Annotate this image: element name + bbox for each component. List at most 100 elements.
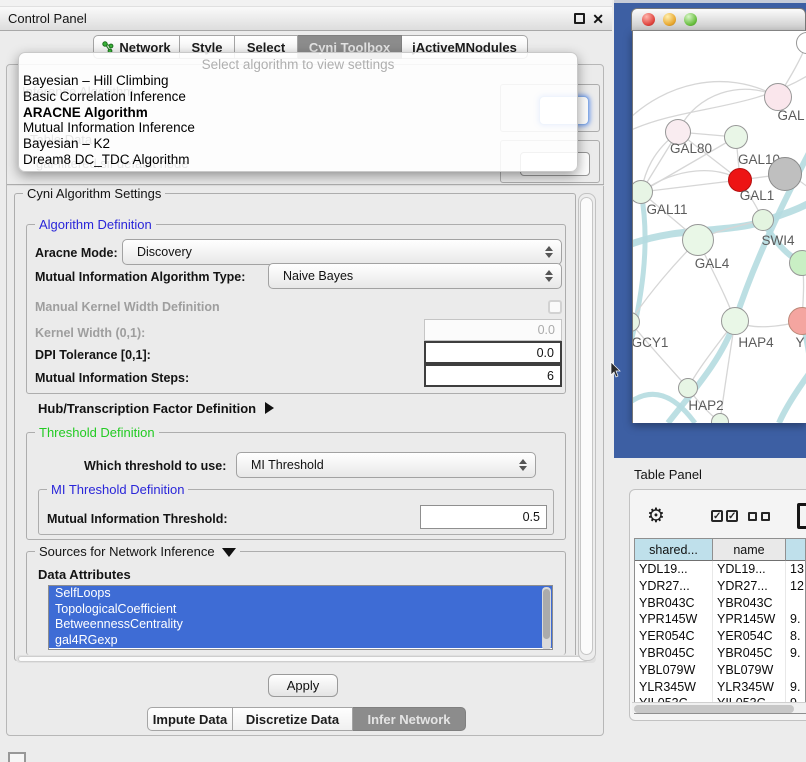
top-strip bbox=[0, 0, 612, 7]
dpi-tolerance-input[interactable]: 0.0 bbox=[424, 341, 562, 364]
apply-button[interactable]: Apply bbox=[268, 674, 338, 697]
network-canvas[interactable]: GALGAL80GAL10GAL1GAL11SWI4GAL4GCY1HAP4YH… bbox=[632, 31, 806, 423]
data-attributes-list[interactable]: SelfLoopsTopologicalCoefficientBetweenne… bbox=[48, 585, 553, 650]
table-cell: YLR345W bbox=[713, 679, 786, 696]
network-node-gal[interactable] bbox=[764, 83, 792, 111]
minimized-panel-icon[interactable] bbox=[8, 752, 26, 762]
control-panel-title: Control Panel bbox=[8, 11, 87, 26]
table-cell: YBL079W bbox=[635, 662, 713, 679]
mi-threshold-label: Mutual Information Threshold: bbox=[47, 512, 228, 526]
node-label: GAL80 bbox=[670, 141, 712, 156]
table-cell: 9. bbox=[786, 645, 806, 662]
desktop-top-edge bbox=[614, 0, 806, 3]
aracne-mode-value: Discovery bbox=[123, 245, 192, 259]
table-cell: YDR27... bbox=[635, 578, 713, 595]
aracne-mode-select[interactable]: Discovery bbox=[122, 239, 562, 265]
node-label: SWI4 bbox=[761, 233, 794, 248]
tab-impute-data[interactable]: Impute Data bbox=[147, 707, 233, 731]
which-threshold-select[interactable]: MI Threshold bbox=[236, 452, 536, 478]
mi-threshold-group-title: MI Threshold Definition bbox=[47, 482, 188, 497]
algorithm-option[interactable]: Bayesian – Hill Climbing bbox=[19, 73, 577, 89]
table-cell: YPR145W bbox=[713, 611, 786, 628]
settings-hscrollbar[interactable] bbox=[16, 655, 596, 663]
network-node-hap4[interactable] bbox=[721, 307, 749, 335]
unselect-all-columns-icon[interactable] bbox=[748, 512, 770, 521]
table-row[interactable]: YPR145WYPR145W9. bbox=[635, 611, 805, 628]
mi-steps-label: Mutual Information Steps: bbox=[35, 371, 189, 385]
table-cell: 13 bbox=[786, 561, 806, 578]
zoom-light-icon[interactable] bbox=[684, 13, 697, 26]
table-cell: YLR345W bbox=[635, 679, 713, 696]
data-attributes-label: Data Attributes bbox=[38, 567, 131, 582]
attribute-item[interactable]: gal4RGexp bbox=[49, 633, 552, 649]
table-row[interactable]: YDR27...YDR27...12 bbox=[635, 578, 805, 595]
list-scrollbar[interactable] bbox=[542, 587, 551, 650]
which-threshold-label: Which threshold to use: bbox=[84, 459, 226, 473]
tab-infer-network[interactable]: Infer Network bbox=[353, 707, 466, 731]
hub-definition-label: Hub/Transcription Factor Definition bbox=[38, 401, 256, 416]
mi-steps-input[interactable]: 6 bbox=[424, 364, 562, 387]
close-light-icon[interactable] bbox=[642, 13, 655, 26]
node-table: shared...name YDL19...YDL19...13YDR27...… bbox=[634, 538, 806, 714]
network-node-hap2[interactable] bbox=[678, 378, 698, 398]
column-header[interactable]: name bbox=[713, 539, 786, 561]
minimize-light-icon[interactable] bbox=[663, 13, 676, 26]
table-row[interactable]: YER054CYER054C8. bbox=[635, 628, 805, 645]
table-cell: YDL19... bbox=[713, 561, 786, 578]
table-cell: YDR27... bbox=[713, 578, 786, 595]
algorithm-placeholder: Select algorithm to view settings bbox=[19, 53, 577, 73]
kernel-width-label: Kernel Width (0,1): bbox=[35, 326, 145, 340]
table-cell: YDL19... bbox=[635, 561, 713, 578]
settings-vscrollbar[interactable] bbox=[578, 193, 596, 661]
table-cell: YER054C bbox=[713, 628, 786, 645]
close-panel-icon[interactable]: ✕ bbox=[592, 12, 604, 26]
attribute-item[interactable]: TopologicalCoefficient bbox=[49, 602, 552, 618]
aracne-mode-label: Aracne Mode: bbox=[35, 246, 118, 260]
table-row[interactable]: YBR045CYBR045C9. bbox=[635, 645, 805, 662]
gear-icon[interactable]: ⚙ bbox=[647, 505, 665, 527]
algorithm-option[interactable]: Bayesian – K2 bbox=[19, 136, 577, 152]
tab-discretize-data[interactable]: Discretize Data bbox=[233, 707, 353, 731]
mi-type-label: Mutual Information Algorithm Type: bbox=[35, 270, 245, 284]
cyni-mode-tabbar: Impute DataDiscretize DataInfer Network bbox=[147, 707, 466, 731]
attribute-item[interactable]: BetweennessCentrality bbox=[49, 617, 552, 633]
control-panel-titlebar: Control Panel ✕ bbox=[0, 7, 612, 31]
hub-definition-toggle[interactable]: Hub/Transcription Factor Definition bbox=[38, 401, 274, 416]
algorithm-option[interactable]: ARACNE Algorithm bbox=[19, 105, 577, 121]
table-row[interactable]: YDL19...YDL19...13 bbox=[635, 561, 805, 578]
table-row[interactable]: YBR043CYBR043C bbox=[635, 595, 805, 612]
algorithm-option[interactable]: Mutual Information Inference bbox=[19, 120, 577, 136]
table-header-row: shared...name bbox=[635, 539, 805, 561]
kernel-width-input[interactable]: 0.0 bbox=[424, 319, 562, 341]
algorithm-option[interactable]: Basic Correlation Inference bbox=[19, 89, 577, 105]
combo-stepper-icon bbox=[545, 270, 553, 282]
network-node[interactable] bbox=[768, 157, 802, 191]
select-all-columns-icon[interactable]: ✓✓ bbox=[711, 510, 738, 522]
table-cell: YPR145W bbox=[635, 611, 713, 628]
manual-kernel-checkbox[interactable] bbox=[548, 300, 562, 314]
float-panel-icon[interactable] bbox=[574, 13, 585, 24]
column-header[interactable] bbox=[786, 539, 806, 561]
node-label: GAL bbox=[777, 108, 804, 123]
which-threshold-value: MI Threshold bbox=[237, 458, 324, 472]
table-cell: 8. bbox=[786, 628, 806, 645]
mi-type-value: Naive Bayes bbox=[269, 269, 353, 283]
sources-group-title[interactable]: Sources for Network Inference bbox=[35, 544, 240, 559]
sources-title-text: Sources for Network Inference bbox=[39, 544, 215, 559]
column-header[interactable]: shared... bbox=[635, 539, 713, 561]
network-window-titlebar[interactable] bbox=[631, 8, 806, 31]
table-row[interactable]: YBL079WYBL079W bbox=[635, 662, 805, 679]
new-column-icon[interactable] bbox=[797, 503, 806, 529]
attribute-item[interactable]: SelfLoops bbox=[49, 586, 552, 602]
mi-threshold-input[interactable]: 0.5 bbox=[420, 505, 547, 529]
table-row[interactable]: YLR345WYLR345W9. bbox=[635, 679, 805, 696]
network-node-gal4[interactable] bbox=[682, 224, 714, 256]
table-cell bbox=[786, 595, 806, 612]
network-node-gal10[interactable] bbox=[724, 125, 748, 149]
algorithm-option[interactable]: Dream8 DC_TDC Algorithm bbox=[19, 152, 577, 168]
table-cell: YBR045C bbox=[635, 645, 713, 662]
network-node-swi4[interactable] bbox=[752, 209, 774, 231]
table-hscrollbar[interactable] bbox=[632, 702, 806, 713]
mi-type-select[interactable]: Naive Bayes bbox=[268, 263, 562, 289]
settings-group-title: Cyni Algorithm Settings bbox=[23, 186, 165, 201]
